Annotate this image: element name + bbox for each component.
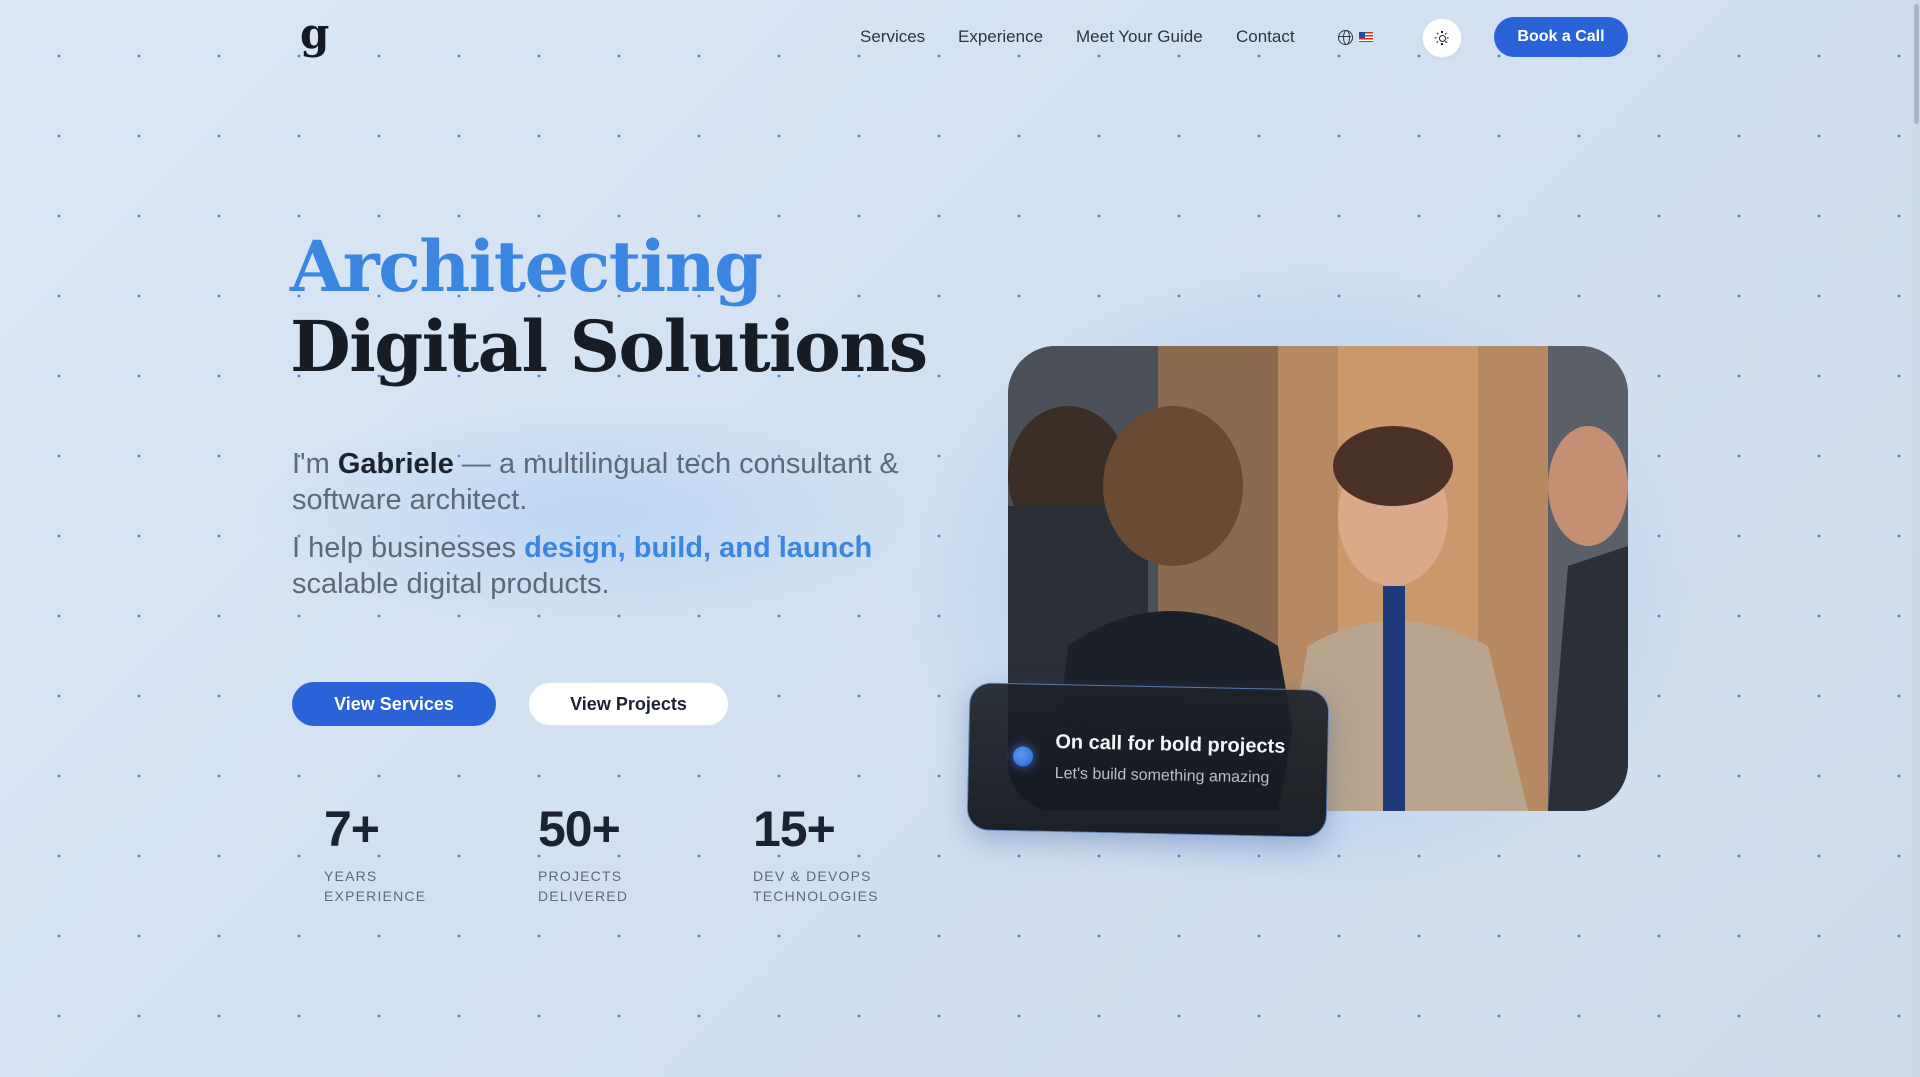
globe-icon <box>1338 29 1353 45</box>
intro-text-2: I help businesses design, build, and lau… <box>292 532 873 600</box>
scrollbar-thumb[interactable] <box>1914 4 1919 124</box>
view-projects-button[interactable]: View Projects <box>528 682 729 726</box>
stat-technologies: 15+ DEV & DEVOPS TECHNOLOGIES <box>753 800 879 906</box>
stat-value: 15+ <box>753 801 836 857</box>
hero-title-accent: Architecting <box>290 225 763 308</box>
status-dot-icon <box>1012 746 1034 767</box>
callout-title: On call for bold projects <box>1055 731 1286 758</box>
stat-label: PROJECTS DELIVERED <box>538 868 629 904</box>
theme-toggle-button[interactable] <box>1422 18 1462 58</box>
scrollbar[interactable] <box>1912 0 1920 1077</box>
language-selector[interactable] <box>1338 26 1382 48</box>
callout-subtitle: Let's build something amazing <box>1054 765 1270 787</box>
stat-label: DEV & DEVOPS TECHNOLOGIES <box>753 868 879 904</box>
intro-highlight: design, build, and launch <box>524 532 873 564</box>
availability-callout: On call for bold projects Let's build so… <box>966 682 1330 838</box>
stat-projects: 50+ PROJECTS DELIVERED <box>538 800 628 906</box>
nav-link-meet-your-guide[interactable]: Meet Your Guide <box>1076 22 1203 52</box>
book-a-call-button[interactable]: Book a Call <box>1494 17 1628 57</box>
nav-link-experience[interactable]: Experience <box>958 22 1043 52</box>
logo[interactable]: g <box>300 13 334 60</box>
view-services-button[interactable]: View Services <box>292 682 496 726</box>
nav-link-contact[interactable]: Contact <box>1236 22 1295 52</box>
sun-icon <box>1435 31 1449 45</box>
hero-title: Digital Solutions <box>290 305 928 388</box>
intro-name: Gabriele <box>337 448 454 480</box>
intro-text: I'm Gabriele — a multilingual tech consu… <box>292 448 899 516</box>
stat-label: YEARS EXPERIENCE <box>324 868 427 904</box>
stat-years: 7+ YEARS EXPERIENCE <box>324 800 426 906</box>
stat-value: 50+ <box>538 801 621 857</box>
stat-value: 7+ <box>324 801 380 857</box>
us-flag-icon <box>1359 32 1373 42</box>
nav-link-services[interactable]: Services <box>860 22 925 52</box>
